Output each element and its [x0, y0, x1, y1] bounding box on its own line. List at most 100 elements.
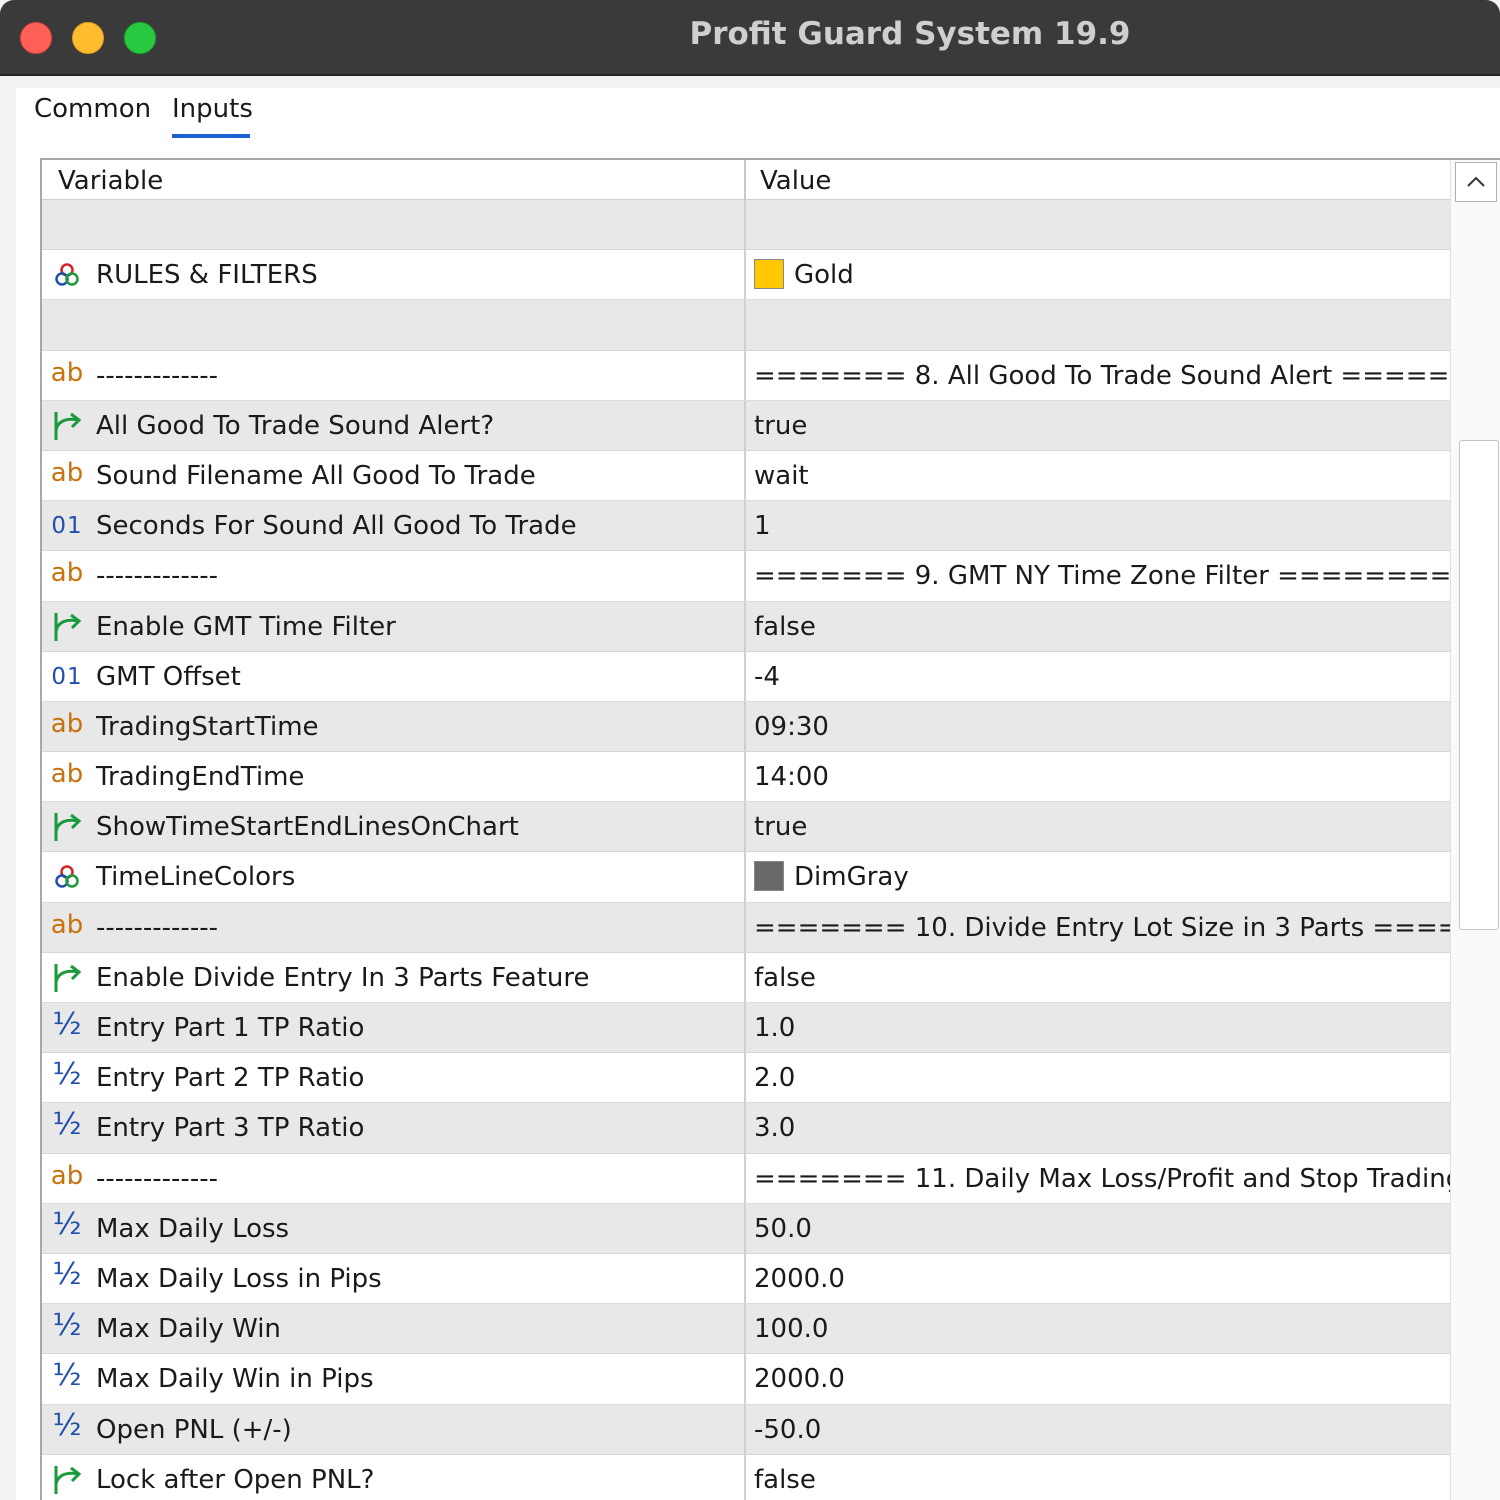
table-row[interactable]: 01 Seconds For Sound All Good To Trade 1: [42, 501, 1450, 552]
table-row[interactable]: ½ Max Daily Loss in Pips 2000.0: [42, 1253, 1450, 1305]
variable-name: -------------: [96, 1163, 218, 1194]
value-cell[interactable]: 1.0: [754, 1013, 795, 1043]
tab-inputs[interactable]: Inputs: [172, 94, 253, 124]
variable-name: Open PNL (+/-): [96, 1414, 292, 1445]
column-header-variable[interactable]: Variable: [58, 166, 163, 196]
table-row[interactable]: Enable Divide Entry In 3 Parts Feature fa…: [42, 952, 1450, 1003]
value-cell[interactable]: ======= 11. Daily Max Loss/Profit and St…: [754, 1164, 1487, 1194]
value-cell[interactable]: 3.0: [754, 1113, 795, 1143]
table-row[interactable]: Enable GMT Time Filter false: [42, 601, 1450, 652]
value-cell[interactable]: 2000.0: [754, 1264, 845, 1294]
value-cell[interactable]: true: [754, 411, 807, 441]
variable-name: GMT Offset: [96, 661, 241, 692]
vertical-scrollbar[interactable]: [1450, 160, 1500, 1500]
scroll-up-button[interactable]: [1455, 162, 1497, 202]
variable-name: Max Daily Loss: [96, 1213, 290, 1244]
value-cell[interactable]: false: [754, 1465, 816, 1495]
tab-common[interactable]: Common: [34, 94, 151, 124]
column-divider: [744, 200, 746, 250]
value-cell[interactable]: Gold: [794, 260, 854, 290]
value-cell[interactable]: 14:00: [754, 762, 829, 792]
table-row[interactable]: RULES & FILTERS Gold: [42, 250, 1450, 301]
variable-name: -------------: [96, 561, 218, 592]
table-row[interactable]: ab TradingEndTime 14:00: [42, 752, 1450, 803]
table-row[interactable]: 01 GMT Offset -4: [42, 651, 1450, 702]
value-cell[interactable]: -50.0: [754, 1415, 821, 1445]
table-row[interactable]: ab Sound Filename All Good To Trade wait: [42, 450, 1450, 502]
variable-name: Entry Part 3 TP Ratio: [96, 1113, 365, 1144]
value-cell[interactable]: ======= 8. All Good To Trade Sound Alert…: [754, 361, 1474, 391]
value-cell[interactable]: true: [754, 812, 807, 842]
column-divider: [744, 400, 746, 450]
color-swatch[interactable]: [754, 861, 784, 892]
double-icon: ½: [52, 1257, 82, 1293]
variable-name: Entry Part 2 TP Ratio: [96, 1063, 365, 1094]
title-bar: Profit Guard System 19.9: [0, 0, 1500, 76]
table-row[interactable]: ½ Entry Part 2 TP Ratio 2.0: [42, 1053, 1450, 1104]
column-divider: [744, 1404, 746, 1454]
value-cell[interactable]: ======= 10. Divide Entry Lot Size in 3 P…: [754, 913, 1484, 943]
value-cell[interactable]: DimGray: [794, 862, 909, 892]
variable-name: Max Daily Loss in Pips: [96, 1263, 382, 1294]
scrollbar-thumb[interactable]: [1459, 440, 1499, 930]
column-header-value[interactable]: Value: [760, 166, 831, 196]
column-divider: [744, 1304, 746, 1354]
table-row[interactable]: ab ------------- ======= 11. Daily Max Los…: [42, 1153, 1487, 1204]
variable-name: Lock after Open PNL?: [96, 1464, 375, 1495]
value-cell[interactable]: 1: [754, 511, 771, 541]
value-cell[interactable]: 09:30: [754, 712, 829, 742]
string-icon: ab: [50, 909, 84, 940]
value-cell[interactable]: false: [754, 963, 816, 993]
variable-name: Sound Filename All Good To Trade: [96, 460, 536, 491]
column-divider: [744, 1454, 746, 1500]
double-icon: ½: [52, 1408, 82, 1443]
column-divider: [744, 752, 746, 802]
table-row[interactable]: ab ------------- ======= 10. Divide Entry …: [42, 902, 1484, 953]
table-row[interactable]: TimeLineColors DimGray: [42, 852, 1450, 903]
string-icon: ab: [50, 759, 84, 790]
value-cell[interactable]: ======= 9. GMT NY Time Zone Filter =====…: [754, 561, 1498, 591]
table-row[interactable]: ½ Entry Part 1 TP Ratio 1.0: [42, 1003, 1450, 1054]
string-icon: ab: [50, 1160, 84, 1191]
value-cell[interactable]: 100.0: [754, 1314, 828, 1344]
string-icon: ab: [50, 558, 84, 589]
column-divider: [744, 1103, 746, 1153]
table-row[interactable]: Lock after Open PNL? false: [42, 1454, 1450, 1500]
table-row[interactable]: ab ------------- ======= 9. GMT NY Time Zo…: [42, 551, 1498, 602]
variable-name: Enable GMT Time Filter: [96, 611, 396, 642]
color-icon: [50, 861, 84, 893]
table-row[interactable]: ½ Max Daily Win in Pips 2000.0: [42, 1354, 1450, 1405]
column-divider: [744, 1253, 746, 1304]
string-icon: ab: [50, 457, 84, 488]
int-icon: 01: [51, 513, 83, 540]
table-row[interactable]: ab ------------- ======= 8. All Good To Tr…: [42, 350, 1474, 401]
double-icon: ½: [52, 1307, 82, 1343]
string-icon: ab: [50, 357, 84, 388]
value-cell[interactable]: 2000.0: [754, 1364, 845, 1394]
table-row[interactable]: ShowTimeStartEndLinesOnChart true: [42, 802, 1450, 853]
table-row[interactable]: ab TradingStartTime 09:30: [42, 701, 1450, 753]
value-cell[interactable]: 50.0: [754, 1214, 812, 1244]
color-swatch[interactable]: [754, 259, 784, 290]
variable-name: Entry Part 1 TP Ratio: [96, 1013, 365, 1043]
column-divider: [744, 651, 746, 701]
table-row[interactable]: [42, 300, 1450, 351]
table-row[interactable]: ½ Max Daily Loss 50.0: [42, 1203, 1450, 1254]
table-row[interactable]: ½ Max Daily Win 100.0: [42, 1304, 1450, 1355]
table-row[interactable]: All Good To Trade Sound Alert? true: [42, 400, 1450, 451]
value-cell[interactable]: -4: [754, 662, 780, 692]
column-divider: [744, 300, 746, 350]
table-row[interactable]: [42, 200, 1450, 251]
table-row[interactable]: ½ Open PNL (+/-) -50.0: [42, 1404, 1450, 1455]
value-cell[interactable]: false: [754, 612, 816, 642]
inputs-grid: Variable Value RULES & FILTERS Gold ab ----…: [40, 158, 1500, 1500]
value-cell[interactable]: 2.0: [754, 1063, 795, 1093]
table-row[interactable]: ½ Entry Part 3 TP Ratio 3.0: [42, 1103, 1450, 1154]
value-cell[interactable]: wait: [754, 461, 809, 491]
column-divider[interactable]: [744, 160, 746, 200]
variable-name: TradingStartTime: [96, 711, 319, 742]
bool-icon: [50, 611, 84, 643]
color-icon: [50, 259, 84, 291]
column-divider: [744, 902, 746, 952]
bool-icon: [50, 410, 84, 442]
